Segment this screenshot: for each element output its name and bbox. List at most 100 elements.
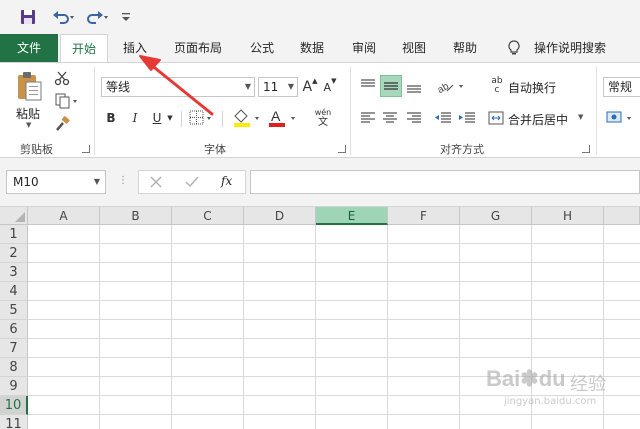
drag-handle-icon[interactable]: ⋮ [118,175,128,186]
font-name-select[interactable]: 等线 ▼ [101,77,255,97]
align-left-icon[interactable] [358,107,378,129]
formula-buttons: fx [138,170,246,194]
tab-page-layout[interactable]: 页面布局 [166,34,230,62]
tab-view[interactable]: 视图 [392,34,436,62]
underline-button[interactable]: U [150,109,164,127]
fill-color-icon[interactable] [230,107,264,129]
watermark-url: jingyan.baidu.com [504,396,597,407]
quick-access-toolbar [0,0,640,34]
row-header-9[interactable]: 9 [0,377,28,396]
underline-dropdown-icon[interactable]: ▼ [166,109,174,127]
column-header-g[interactable]: G [460,207,532,225]
formula-input[interactable] [250,170,640,194]
name-box[interactable]: M10 ▼ [6,170,106,194]
tab-home[interactable]: 开始 [60,34,108,63]
accounting-format-icon[interactable] [604,107,638,129]
grow-font-button[interactable]: A ▲ [302,77,318,97]
merge-dropdown-icon[interactable]: ▼ [578,113,583,121]
lightbulb-icon[interactable] [506,40,522,56]
row-header-2[interactable]: 2 [0,244,28,263]
column-header-a[interactable]: A [28,207,100,225]
tab-file[interactable]: 文件 [0,34,58,62]
name-box-value: M10 [13,175,39,189]
ribbon-tabs: 文件 开始 插入 页面布局 公式 数据 审阅 视图 帮助 操作说明搜索 [0,34,640,63]
wrap-text-button[interactable]: 自动换行 [508,79,556,96]
number-format-select[interactable]: 常规 [603,77,640,97]
paste-label[interactable]: 粘贴 [16,105,40,122]
save-icon[interactable] [18,7,38,27]
italic-button[interactable]: I [128,109,142,127]
chevron-down-icon: ▼ [244,82,251,91]
align-middle-icon[interactable] [380,75,402,97]
font-divider [222,111,223,127]
column-header-partial[interactable] [604,207,640,225]
font-color-button[interactable]: A [266,107,300,129]
increase-indent-icon[interactable] [456,107,478,129]
column-header-c[interactable]: C [172,207,244,225]
customize-qat-icon[interactable] [118,7,134,27]
baidu-watermark: Bai✽du 经验 jingyan.baidu.com [486,362,636,414]
undo-icon[interactable] [50,7,78,27]
row-header-11[interactable]: 11 [0,415,28,429]
column-header-b[interactable]: B [100,207,172,225]
font-name-value: 等线 [106,80,131,94]
tab-formulas[interactable]: 公式 [240,34,284,62]
wrap-text-icon[interactable]: ab c [486,75,508,97]
tell-me-search[interactable]: 操作说明搜索 [530,34,610,62]
cut-icon[interactable] [52,69,72,87]
formula-bar: M10 ▼ ⋮ fx [0,158,640,207]
wrap-c-glyph: c [494,85,500,95]
row-header-7[interactable]: 7 [0,339,28,358]
align-right-icon[interactable] [404,107,424,129]
chevron-down-icon: ▼ [93,177,100,186]
align-center-icon[interactable] [380,107,400,129]
orientation-icon[interactable]: ab [434,75,468,97]
decrease-indent-icon[interactable] [432,107,454,129]
borders-icon[interactable] [188,109,218,127]
select-all-button[interactable] [0,207,28,225]
font-launcher-icon[interactable] [338,145,346,153]
copy-icon[interactable] [52,92,82,110]
up-caret-icon: ▲ [312,77,318,85]
column-header-f[interactable]: F [388,207,460,225]
align-bottom-icon[interactable] [404,75,424,97]
clipboard-group-label: 剪贴板 [20,143,53,156]
tab-data[interactable]: 数据 [290,34,334,62]
row-header-3[interactable]: 3 [0,263,28,282]
select-all-triangle-icon [15,212,25,222]
merge-center-icon[interactable] [486,107,506,129]
tab-review[interactable]: 审阅 [342,34,386,62]
bold-button[interactable]: B [104,109,118,127]
cancel-icon[interactable] [149,175,163,192]
phonetic-guide-button[interactable]: wén 文 [306,105,340,131]
font-size-select[interactable]: 11 ▼ [258,77,298,97]
phonetic-bottom: 文 [318,117,328,128]
column-header-e[interactable]: E [316,207,388,225]
merge-center-button[interactable]: 合并后居中 [508,111,568,128]
paw-icon: ✽ [520,366,539,391]
paste-icon[interactable] [12,69,46,103]
insert-function-button[interactable]: fx [221,174,232,188]
paste-dropdown-icon[interactable]: ▼ [26,121,31,129]
font-group-label: 字体 [204,143,226,156]
row-header-1[interactable]: 1 [0,225,28,244]
format-painter-icon[interactable] [52,115,72,133]
row-header-6[interactable]: 6 [0,320,28,339]
row-header-8[interactable]: 8 [0,358,28,377]
redo-icon[interactable] [84,7,112,27]
shrink-font-button[interactable]: A ▼ [322,77,338,97]
group-separator [596,67,597,155]
row-header-5[interactable]: 5 [0,301,28,320]
enter-icon[interactable] [185,175,199,192]
tab-insert[interactable]: 插入 [112,34,158,62]
alignment-launcher-icon[interactable] [582,145,590,153]
tab-help[interactable]: 帮助 [442,34,488,62]
watermark-brand: Bai [486,366,521,391]
row-header-10[interactable]: 10 [0,396,28,415]
clipboard-launcher-icon[interactable] [82,145,90,153]
align-top-icon[interactable] [358,75,378,97]
row-header-4[interactable]: 4 [0,282,28,301]
column-header-d[interactable]: D [244,207,316,225]
column-header-h[interactable]: H [532,207,604,225]
shrink-font-label: A [323,80,332,94]
